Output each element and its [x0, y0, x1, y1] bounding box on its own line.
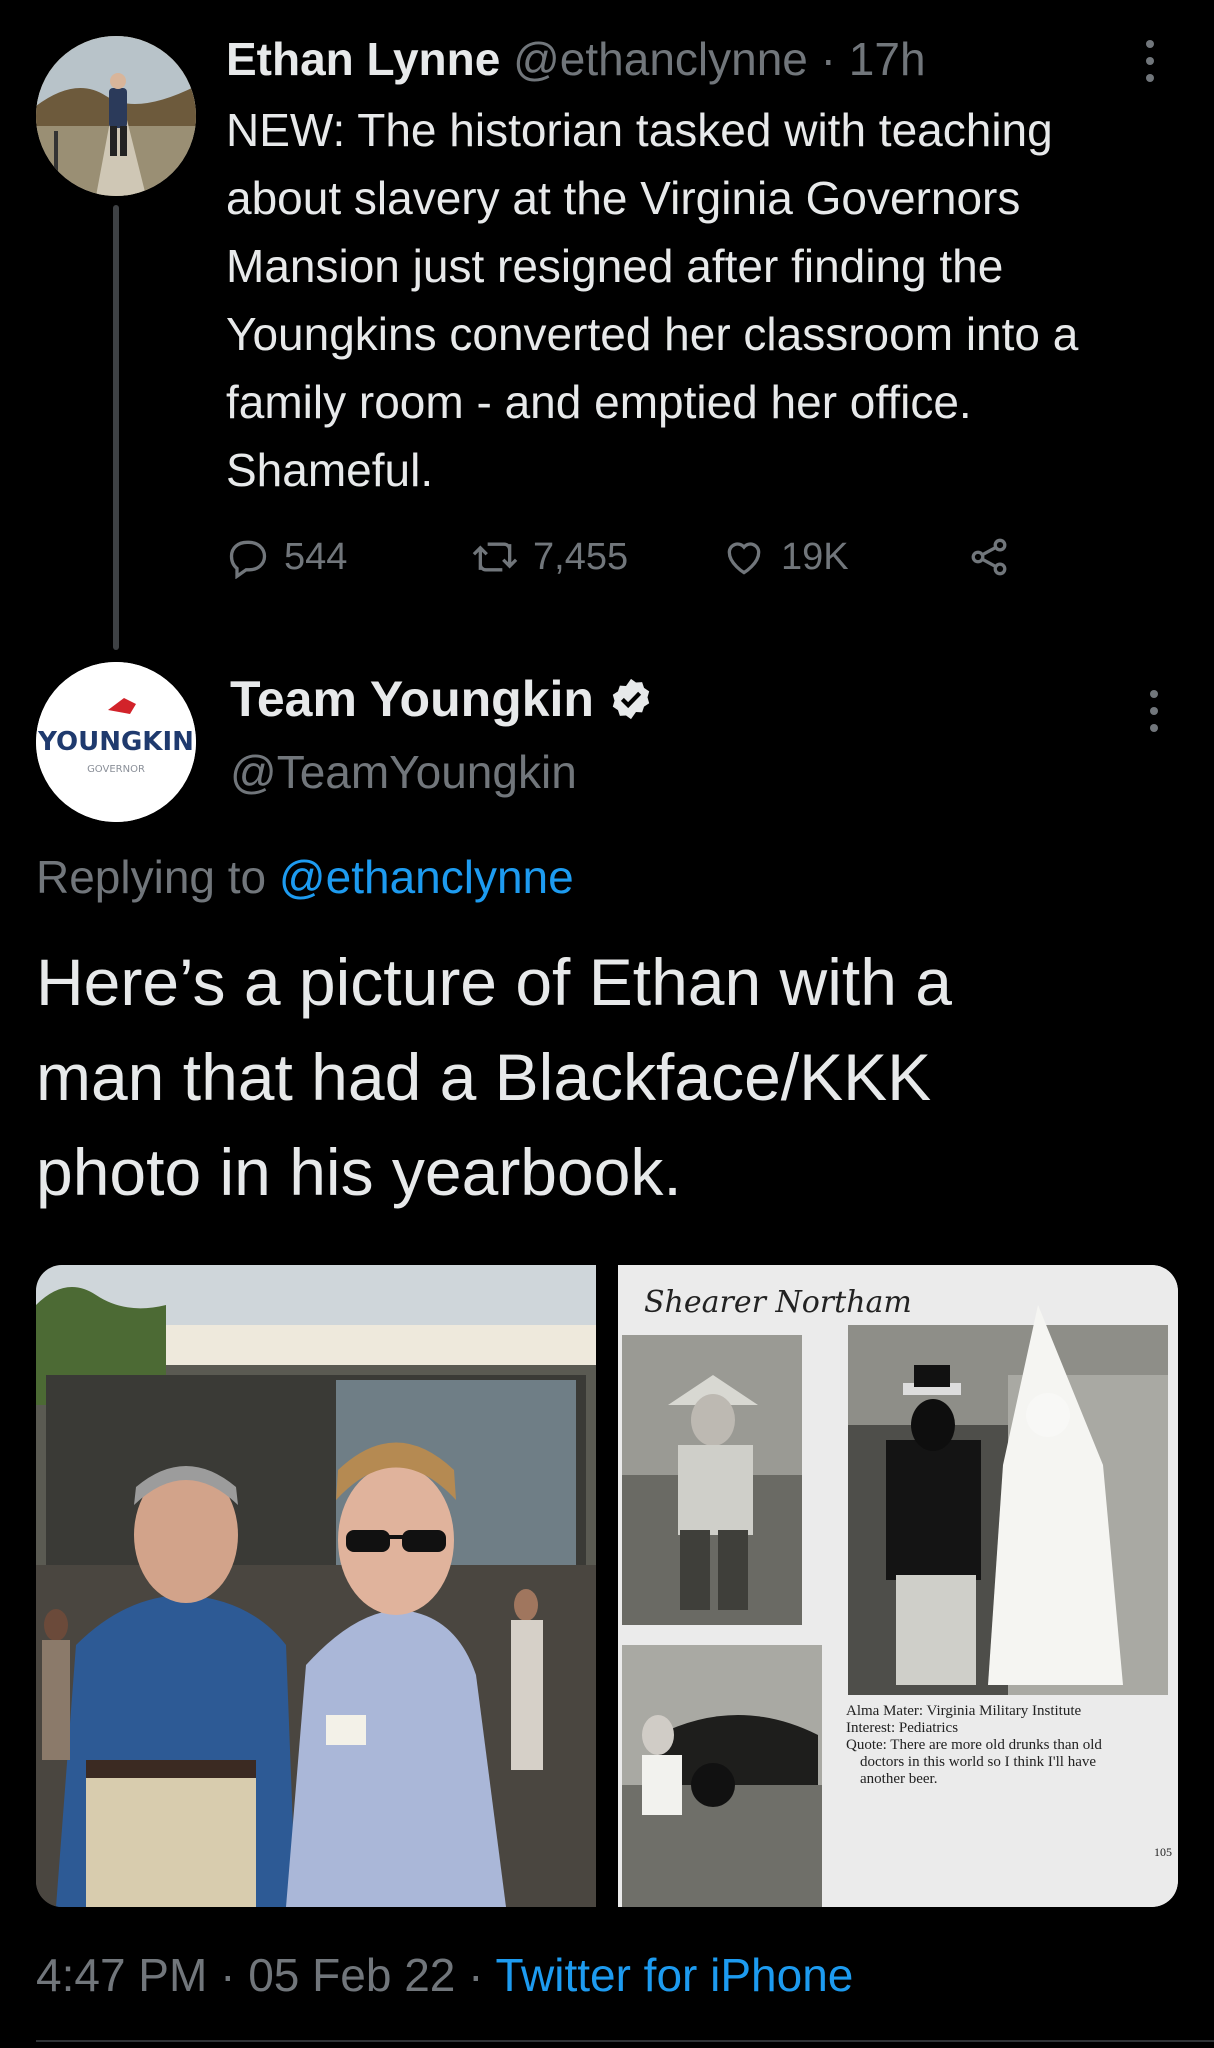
tweet2-text-line: Here’s a picture of Ethan with a [36, 945, 952, 1019]
more-icon[interactable] [1144, 690, 1164, 732]
tweet1-text-line: family room - and emptied her office. [226, 376, 972, 428]
tweet1-text-line: about slavery at the Virginia Governors [226, 172, 1021, 224]
yearbook-page-number: 105 [1154, 1845, 1172, 1859]
tweet1-header: Ethan Lynne @ethanclynne · 17h [226, 30, 926, 88]
meta-separator: · [220, 1949, 236, 2001]
yearbook-caption-line: another beer. [860, 1771, 938, 1787]
like-count: 19K [781, 535, 849, 578]
media-photo-right[interactable]: Shearer Northam Alma Mater: Virginia Mil… [618, 1265, 1178, 1907]
tweet1-handle[interactable]: @ethanclynne [513, 33, 808, 85]
avatar-logo-subtext: GOVERNOR [87, 764, 145, 775]
replying-to: Replying to @ethanclynne [36, 850, 574, 904]
reply-icon [229, 540, 267, 579]
tweet2-handle[interactable]: @TeamYoungkin [230, 745, 577, 799]
yearbook-caption-line: doctors in this world so I think I'll ha… [860, 1754, 1097, 1770]
tweet2-text-line: man that had a Blackface/KKK [36, 1040, 932, 1114]
tweet2-time[interactable]: 4:47 PM [36, 1949, 207, 2001]
meta-separator: · [468, 1949, 484, 2001]
thread-line [113, 205, 119, 650]
tweet1-text-line: Shameful. [226, 444, 434, 496]
retweet-icon [472, 542, 518, 572]
tweet1-text: NEW: The historian tasked with teaching … [226, 96, 1186, 504]
yearbook-caption-line: Alma Mater: Virginia Military Institute [846, 1703, 1082, 1719]
share-icon [971, 538, 1007, 576]
tweet1-actions: 544 7,455 19K [226, 535, 1126, 591]
tweet1-text-line: Mansion just resigned after finding the [226, 240, 1004, 292]
tweet2-text: Here’s a picture of Ethan with a man tha… [36, 935, 1176, 1220]
avatar-logo-text: YOUNGKIN [37, 727, 194, 757]
replying-label: Replying to [36, 851, 267, 903]
tweet1-separator: · [820, 33, 836, 85]
tweet1-text-line: NEW: The historian tasked with teaching [226, 104, 1053, 156]
tweet1-time[interactable]: 17h [849, 33, 926, 85]
more-icon[interactable] [1140, 40, 1160, 82]
reply-count: 544 [284, 535, 348, 578]
like-icon [727, 542, 761, 575]
tweet2-meta: 4:47 PM · 05 Feb 22 · Twitter for iPhone [36, 1948, 853, 2002]
tweet2-source-link[interactable]: Twitter for iPhone [495, 1949, 853, 2001]
avatar-team-youngkin[interactable]: YOUNGKIN GOVERNOR [36, 662, 196, 822]
tweet2-date[interactable]: 05 Feb 22 [248, 1949, 455, 2001]
yearbook-caption-line: Quote: There are more old drunks than ol… [846, 1737, 1102, 1753]
tweet2-author-name[interactable]: Team Youngkin [230, 670, 594, 728]
like-button[interactable]: 19K [721, 535, 849, 579]
avatar-ethan-lynne[interactable] [36, 36, 196, 196]
yearbook-title: Shearer Northam [644, 1285, 912, 1320]
yearbook-caption-line: Interest: Pediatrics [846, 1720, 959, 1736]
replying-handle-link[interactable]: @ethanclynne [279, 851, 574, 903]
tweet2-author[interactable]: Team Youngkin [230, 670, 654, 728]
retweet-count: 7,455 [533, 535, 629, 578]
share-button[interactable] [966, 535, 1012, 579]
media-photo-left[interactable] [36, 1265, 596, 1907]
divider [36, 2040, 1214, 2042]
tweet2-media: Shearer Northam Alma Mater: Virginia Mil… [36, 1265, 1178, 1907]
reply-button[interactable]: 544 [226, 535, 347, 579]
tweet1-author-name[interactable]: Ethan Lynne [226, 33, 500, 85]
yearbook-caption: Alma Mater: Virginia Military Institute … [846, 1703, 1166, 1788]
tweet2-text-line: photo in his yearbook. [36, 1135, 682, 1209]
retweet-button[interactable]: 7,455 [471, 535, 628, 579]
tweet1-text-line: Youngkins converted her classroom into a [226, 308, 1079, 360]
verified-badge-icon [612, 678, 650, 720]
